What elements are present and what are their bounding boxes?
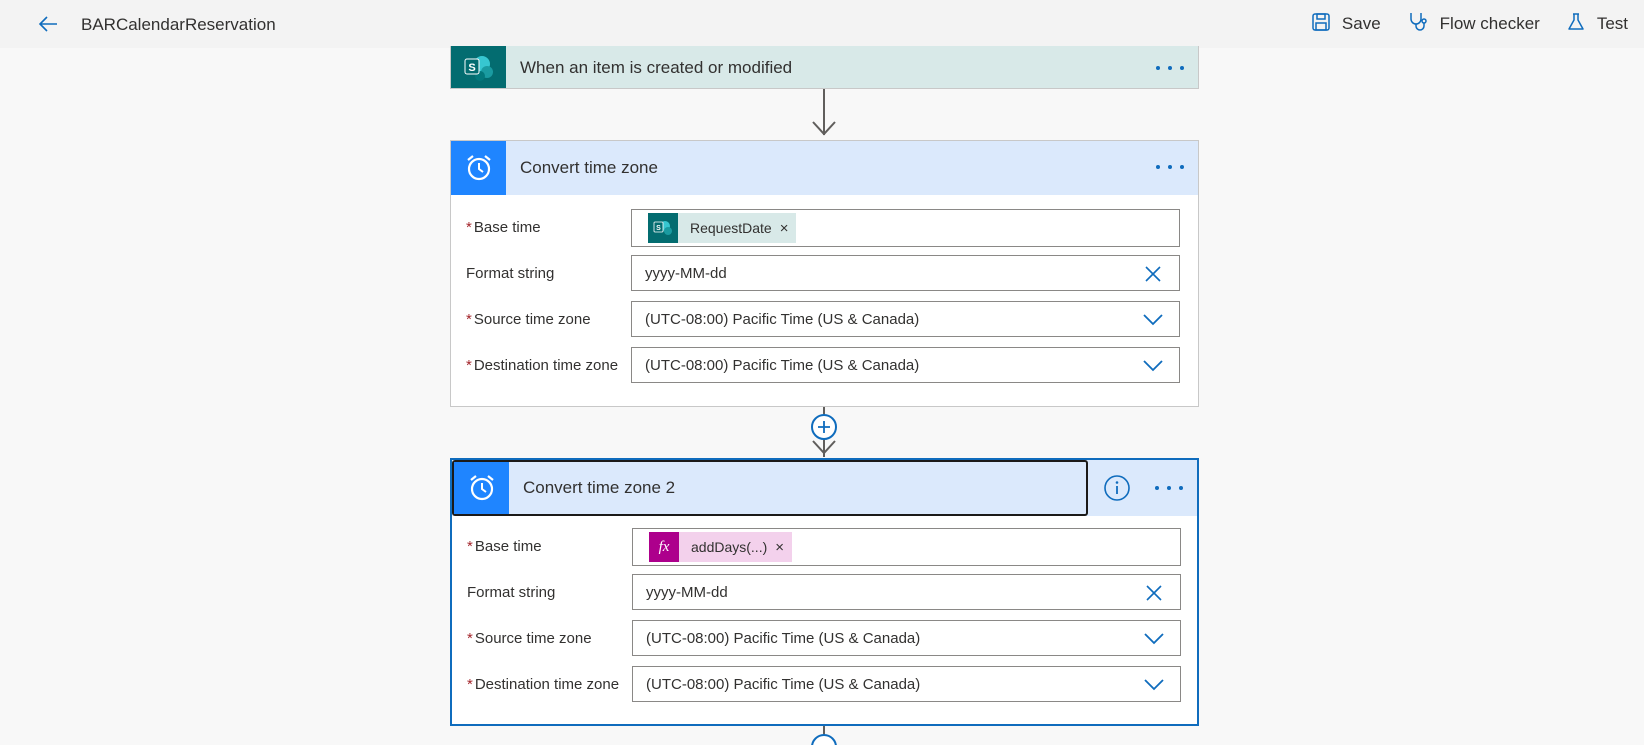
more-options-button[interactable] [1156, 58, 1184, 78]
connector-arrow-icon [812, 121, 836, 136]
save-icon [1311, 12, 1342, 37]
back-arrow-icon[interactable] [36, 12, 60, 36]
token-remove-button[interactable]: × [780, 213, 797, 243]
destination-time-zone-label: * Destination time zone [466, 357, 619, 374]
flow-checker-label: Flow checker [1439, 14, 1540, 33]
expression-token[interactable]: fx addDays(...) × [649, 532, 793, 562]
flask-icon [1566, 12, 1597, 37]
source-time-zone-label: * Source time zone [466, 311, 591, 328]
alarm-clock-icon [454, 462, 509, 514]
base-time-row: * Base time fx addDays(...) × [452, 524, 1197, 570]
step-title: Convert time zone [520, 158, 658, 177]
chevron-down-icon[interactable] [1143, 357, 1163, 375]
header-actions: Save Flow checker Test [1311, 0, 1644, 48]
command-bar: BARCalendarReservation Save Flow checker… [0, 0, 1644, 48]
chevron-down-icon[interactable] [1143, 311, 1163, 329]
destination-time-zone-value: (UTC-08:00) Pacific Time (US & Canada) [646, 675, 921, 693]
source-time-zone-dropdown[interactable]: (UTC-08:00) Pacific Time (US & Canada) [631, 301, 1180, 337]
format-string-label: Format string [467, 584, 556, 601]
token-label: addDays(...) [691, 539, 768, 555]
format-string-row: Format string yyyy-MM-dd [451, 251, 1198, 297]
token-label: RequestDate [690, 220, 772, 236]
dynamic-content-token[interactable]: S RequestDate × [648, 213, 797, 243]
destination-time-zone-label: * Destination time zone [467, 676, 620, 693]
destination-time-zone-row: * Destination time zone (UTC-08:00) Pacif… [452, 662, 1197, 708]
flow-checker-button[interactable]: Flow checker [1407, 11, 1540, 38]
format-string-value: yyyy-MM-dd [645, 264, 727, 282]
step-title: Convert time zone 2 [523, 478, 676, 497]
more-options-button[interactable] [1155, 478, 1183, 498]
clear-icon[interactable] [1144, 584, 1164, 602]
format-string-input[interactable]: yyyy-MM-dd [632, 574, 1181, 610]
expression-icon: fx [649, 532, 679, 562]
connector-arrow-icon [812, 440, 836, 455]
source-time-zone-value: (UTC-08:00) Pacific Time (US & Canada) [646, 629, 921, 647]
info-icon[interactable] [1103, 474, 1131, 502]
base-time-label: * Base time [467, 538, 542, 555]
convert-time-zone-card[interactable]: Convert time zone * Base time S RequestDa… [450, 140, 1199, 407]
source-time-zone-label: * Source time zone [467, 630, 592, 647]
destination-time-zone-dropdown[interactable]: (UTC-08:00) Pacific Time (US & Canada) [632, 666, 1181, 702]
alarm-clock-icon [451, 141, 506, 195]
destination-time-zone-value: (UTC-08:00) Pacific Time (US & Canada) [645, 356, 920, 374]
format-string-label: Format string [466, 265, 555, 282]
insert-step-button[interactable] [811, 734, 837, 745]
test-label: Test [1596, 14, 1628, 33]
base-time-input[interactable]: S RequestDate × [631, 209, 1180, 247]
trigger-title: When an item is created or modified [520, 57, 793, 77]
chevron-down-icon[interactable] [1144, 676, 1164, 694]
source-time-zone-row: * Source time zone (UTC-08:00) Pacific Ti… [451, 297, 1198, 343]
format-string-value: yyyy-MM-dd [646, 583, 728, 601]
step-title-bar[interactable]: Convert time zone 2 [452, 460, 1088, 516]
flow-title: BARCalendarReservation [81, 15, 276, 34]
token-remove-button[interactable]: × [775, 532, 792, 562]
source-time-zone-row: * Source time zone (UTC-08:00) Pacific Ti… [452, 616, 1197, 662]
sharepoint-icon: S [648, 213, 678, 243]
base-time-input[interactable]: fx addDays(...) × [632, 528, 1181, 566]
save-label: Save [1341, 14, 1381, 33]
test-button[interactable]: Test [1566, 12, 1628, 37]
convert-time-zone-2-card[interactable]: Convert time zone 2 * Base time fx addDay… [450, 458, 1199, 726]
source-time-zone-dropdown[interactable]: (UTC-08:00) Pacific Time (US & Canada) [632, 620, 1181, 656]
sharepoint-icon: S [451, 46, 506, 88]
format-string-input[interactable]: yyyy-MM-dd [631, 255, 1180, 291]
base-time-label: * Base time [466, 219, 541, 236]
stethoscope-icon [1407, 11, 1440, 38]
trigger-card[interactable]: S When an item is created or modified [450, 46, 1199, 89]
destination-time-zone-row: * Destination time zone (UTC-08:00) Pacif… [451, 343, 1198, 389]
chevron-down-icon[interactable] [1144, 630, 1164, 648]
source-time-zone-value: (UTC-08:00) Pacific Time (US & Canada) [645, 310, 920, 328]
save-button[interactable]: Save [1311, 12, 1381, 37]
more-options-button[interactable] [1156, 157, 1184, 177]
format-string-row: Format string yyyy-MM-dd [452, 570, 1197, 616]
destination-time-zone-dropdown[interactable]: (UTC-08:00) Pacific Time (US & Canada) [631, 347, 1180, 383]
svg-text:S: S [656, 225, 661, 232]
base-time-row: * Base time S RequestDate × [451, 205, 1198, 251]
svg-text:S: S [468, 62, 475, 74]
clear-icon[interactable] [1143, 265, 1163, 283]
